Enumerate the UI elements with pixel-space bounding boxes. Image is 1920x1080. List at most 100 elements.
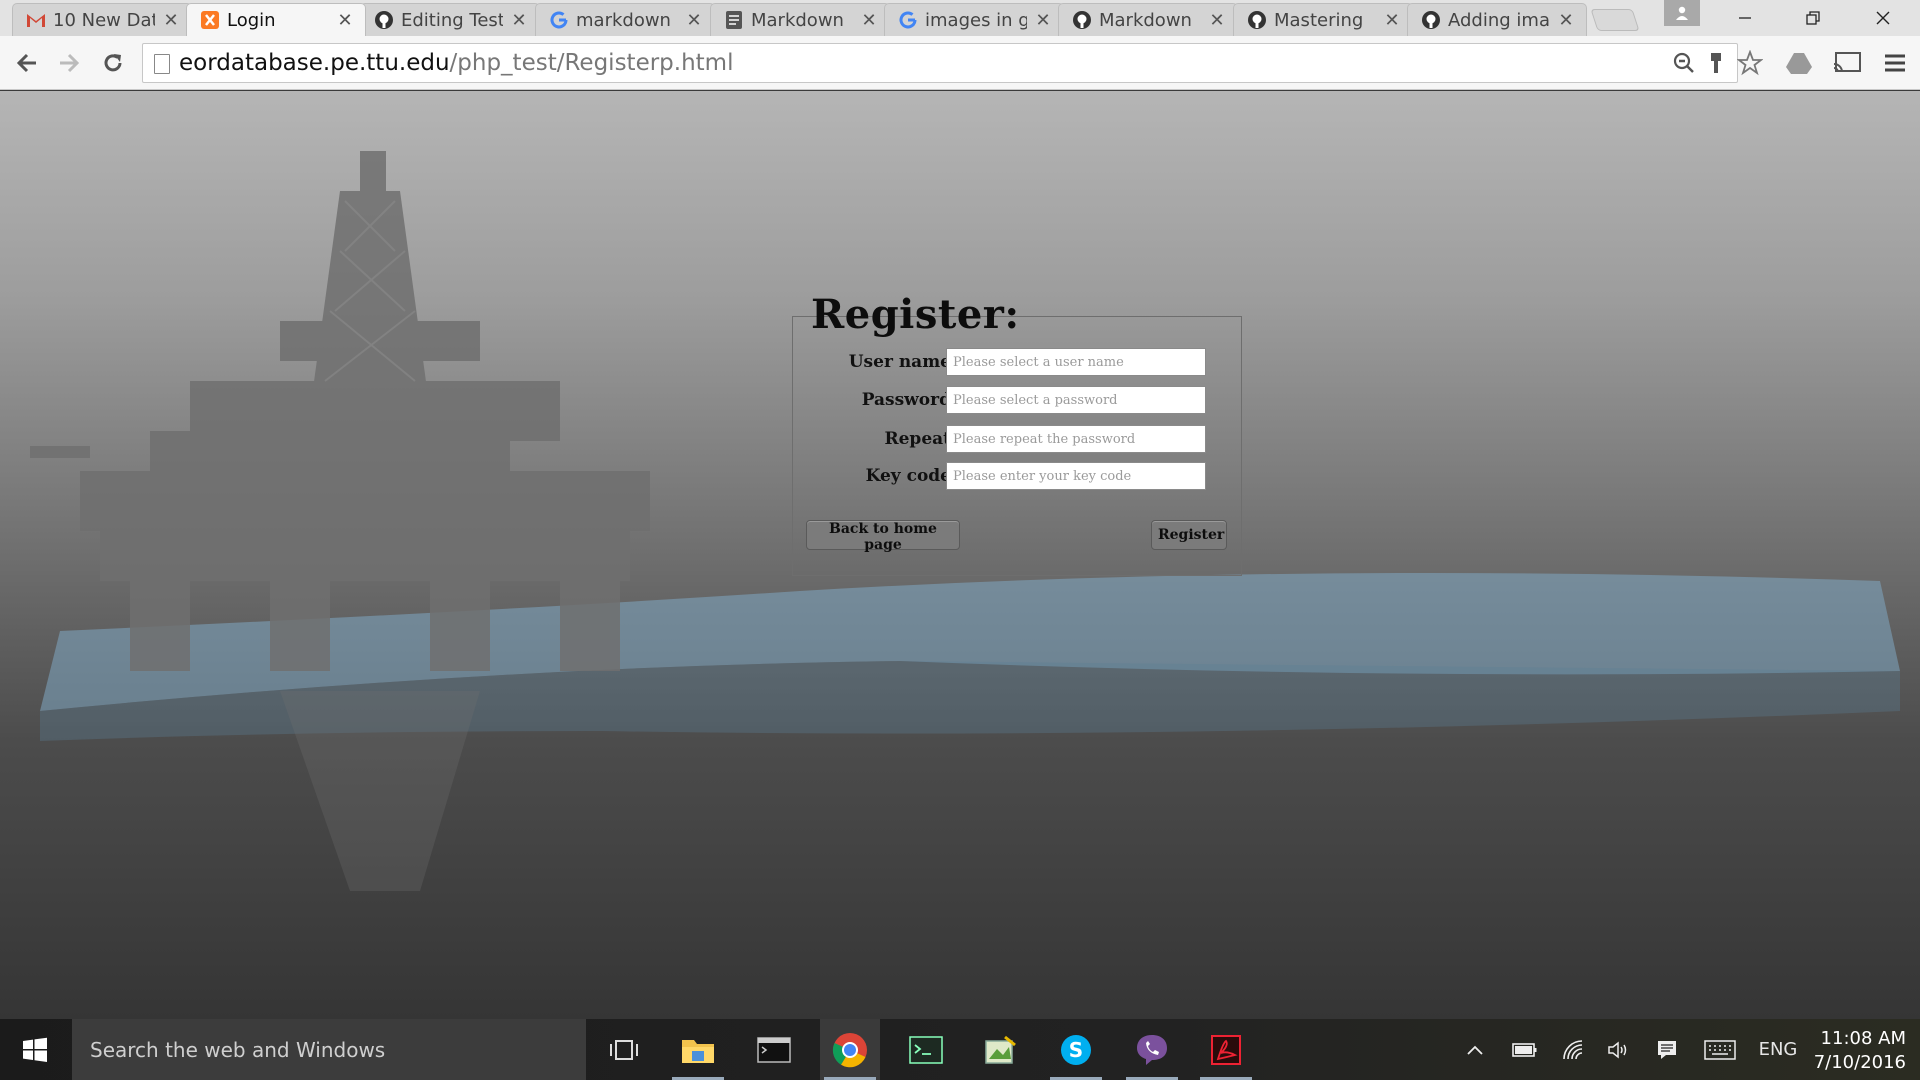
close-icon[interactable]: ✕ xyxy=(509,10,529,31)
star-icon[interactable] xyxy=(1735,48,1765,78)
pdf-app[interactable] xyxy=(1196,1019,1256,1080)
minimize-icon xyxy=(1739,17,1751,19)
close-icon[interactable]: ✕ xyxy=(1033,10,1053,31)
google-icon xyxy=(548,9,570,31)
register-button[interactable]: Register xyxy=(1151,520,1227,550)
touch-keyboard-button[interactable] xyxy=(1700,1019,1740,1080)
chrome-app[interactable] xyxy=(820,1019,880,1080)
network-button[interactable] xyxy=(1556,1019,1590,1080)
tab-markdown-github[interactable]: Markdown ✕ xyxy=(1058,3,1238,36)
url-host: eordatabase.pe.ttu.edu xyxy=(179,50,450,76)
close-icon[interactable]: ✕ xyxy=(684,10,704,31)
repeat-password-label: Repeat xyxy=(884,429,951,449)
speaker-icon xyxy=(1608,1040,1627,1059)
reload-button[interactable] xyxy=(98,48,128,78)
start-button[interactable] xyxy=(0,1019,70,1080)
back-to-home-button[interactable]: Back to home page xyxy=(806,520,960,553)
tab-title: Markdown xyxy=(751,9,844,31)
restore-icon xyxy=(1806,11,1820,25)
svg-text:S: S xyxy=(1069,1038,1083,1062)
terminal-icon xyxy=(757,1036,791,1063)
taskbar: Search the web and Windows S ENG 11:08 A… xyxy=(0,1019,1920,1080)
search-placeholder: Search the web and Windows xyxy=(90,1037,386,1062)
skype-icon: S xyxy=(1061,1034,1091,1065)
tab-login[interactable]: Login ✕ xyxy=(186,3,366,36)
paint-icon xyxy=(985,1035,1016,1064)
close-icon[interactable]: ✕ xyxy=(859,10,879,31)
close-icon[interactable]: ✕ xyxy=(1207,10,1227,31)
clock-time: 11:08 AM xyxy=(1820,1028,1906,1049)
tab-markdown-doc[interactable]: Markdown ✕ xyxy=(710,3,890,36)
tab-images-google[interactable]: images in g ✕ xyxy=(884,3,1064,36)
restore-button[interactable] xyxy=(1780,0,1846,36)
arrow-right-icon xyxy=(60,53,80,73)
zoom-icon[interactable] xyxy=(1669,48,1699,78)
username-input[interactable] xyxy=(946,348,1206,376)
task-view-icon xyxy=(610,1039,638,1060)
folder-icon xyxy=(682,1039,714,1063)
input-language-button[interactable]: ENG xyxy=(1752,1019,1804,1080)
profile-button[interactable] xyxy=(1664,0,1700,26)
keyboard-icon xyxy=(1704,1039,1736,1060)
tab-editing-test[interactable]: Editing Test ✕ xyxy=(360,3,540,36)
xampp-icon xyxy=(199,9,221,31)
tab-title: images in g xyxy=(925,9,1027,31)
forward-button[interactable] xyxy=(54,48,84,78)
key-code-input[interactable] xyxy=(946,462,1206,490)
windows-icon xyxy=(23,1037,47,1062)
new-tab-button[interactable] xyxy=(1590,9,1640,31)
drive-icon[interactable] xyxy=(1784,48,1814,78)
notifications-icon xyxy=(1658,1040,1676,1059)
doc-icon xyxy=(723,9,745,31)
tab-adding-images[interactable]: Adding ima ✕ xyxy=(1407,3,1587,36)
pin-icon[interactable] xyxy=(1701,48,1731,78)
volume-button[interactable] xyxy=(1602,1019,1636,1080)
close-icon[interactable]: ✕ xyxy=(161,10,181,31)
tab-gmail[interactable]: 10 New Dat ✕ xyxy=(12,3,192,36)
address-bar[interactable]: eordatabase.pe.ttu.edu/php_test/Register… xyxy=(142,43,1763,83)
tab-markdown-google[interactable]: markdown ✕ xyxy=(535,3,715,36)
chrome-icon xyxy=(832,1032,867,1067)
show-hidden-icons-button[interactable] xyxy=(1460,1019,1490,1080)
key-code-label: Key code xyxy=(865,466,951,486)
command-prompt-app[interactable] xyxy=(744,1019,804,1080)
image-editor-app[interactable] xyxy=(970,1019,1030,1080)
taskbar-search[interactable]: Search the web and Windows xyxy=(72,1019,586,1080)
viber-app[interactable] xyxy=(1122,1019,1182,1080)
username-label: User name xyxy=(848,352,951,372)
action-center-button[interactable] xyxy=(1650,1019,1684,1080)
close-icon[interactable]: ✕ xyxy=(1556,10,1576,31)
register-form: Register: User name Password Repeat Key … xyxy=(792,291,1242,576)
url-path: /php_test/Registerp.html xyxy=(449,50,734,76)
tab-mastering[interactable]: Mastering ✕ xyxy=(1233,3,1413,36)
tab-strip: 10 New Dat ✕ Login ✕ Editing Test ✕ mark… xyxy=(0,0,1920,36)
tab-title: 10 New Dat xyxy=(53,9,155,31)
page-icon xyxy=(154,54,170,74)
task-view-button[interactable] xyxy=(594,1019,654,1080)
back-button[interactable] xyxy=(12,48,42,78)
form-title: Register: xyxy=(811,291,1020,338)
close-window-button[interactable] xyxy=(1850,0,1916,36)
taskbar-clock[interactable]: 11:08 AM 7/10/2016 xyxy=(1806,1027,1906,1075)
clock-date: 7/10/2016 xyxy=(1813,1052,1906,1073)
battery-button[interactable] xyxy=(1508,1019,1542,1080)
repeat-password-input[interactable] xyxy=(946,425,1206,453)
cast-icon[interactable] xyxy=(1832,48,1862,78)
wifi-icon xyxy=(1563,1039,1583,1059)
password-input[interactable] xyxy=(946,386,1206,414)
close-icon[interactable]: ✕ xyxy=(335,10,355,31)
close-icon[interactable]: ✕ xyxy=(1382,10,1402,31)
menu-icon[interactable] xyxy=(1880,48,1910,78)
github-icon xyxy=(1246,9,1268,31)
language-indicator: ENG xyxy=(1758,1039,1798,1060)
user-icon xyxy=(1676,6,1688,20)
minimize-button[interactable] xyxy=(1712,0,1778,36)
terminal-app[interactable] xyxy=(896,1019,956,1080)
arrow-left-icon xyxy=(16,53,36,73)
gmail-icon xyxy=(25,9,47,31)
tab-title: Markdown xyxy=(1099,9,1192,31)
skype-app[interactable]: S xyxy=(1046,1019,1106,1080)
file-explorer-app[interactable] xyxy=(668,1019,728,1080)
tab-title: markdown xyxy=(576,9,671,31)
close-icon xyxy=(1876,11,1890,25)
